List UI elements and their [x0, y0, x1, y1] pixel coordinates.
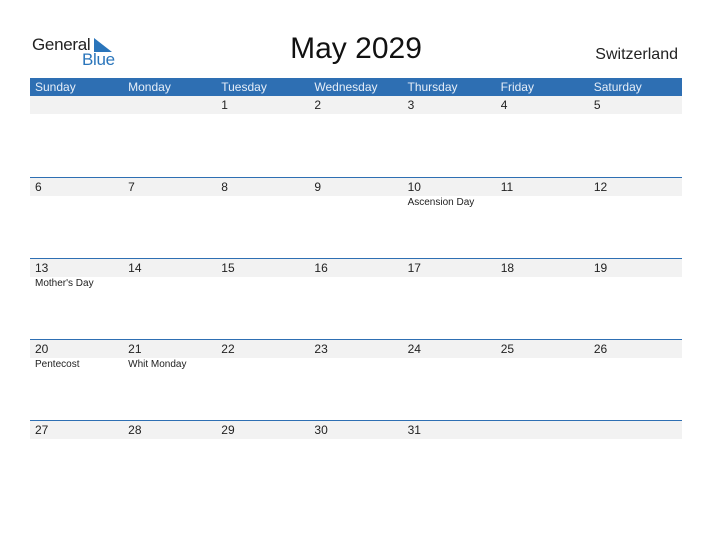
day-cell: 14 [123, 259, 216, 340]
day-cell: 4 [496, 96, 589, 177]
holiday-label: Mother's Day [35, 278, 94, 289]
day-cell: 11 [496, 178, 589, 259]
day-number: 15 [221, 261, 235, 275]
day-cell: 7 [123, 178, 216, 259]
week-row: 27 28 29 30 31 [30, 420, 682, 502]
day-cell: 18 [496, 259, 589, 340]
day-number: 12 [593, 180, 608, 194]
day-cell: 12 [589, 178, 682, 259]
day-cell: 19 [589, 259, 682, 340]
day-number: 27 [35, 423, 49, 437]
weekday-friday: Friday [500, 80, 534, 94]
day-cell: 25 [496, 340, 589, 421]
day-number: 30 [314, 423, 328, 437]
day-number: 16 [314, 261, 328, 275]
day-number: 26 [593, 342, 608, 356]
day-number: 28 [128, 423, 142, 437]
week-row: 1 2 3 4 5 [30, 96, 682, 177]
day-cell: 23 [309, 340, 402, 421]
day-cell [30, 96, 123, 177]
day-number: 3 [407, 98, 415, 112]
day-cell: 1 [216, 96, 309, 177]
day-number: 24 [407, 342, 421, 356]
day-cell: 21 Whit Monday [123, 340, 216, 421]
day-cell: 30 [309, 421, 402, 502]
day-number: 4 [500, 98, 508, 112]
day-cell: 9 [309, 178, 402, 259]
day-number: 23 [314, 342, 328, 356]
day-cell: 28 [123, 421, 216, 502]
weekday-wednesday: Wednesday [314, 80, 378, 94]
day-cell: 6 [30, 178, 123, 259]
day-number: 22 [221, 342, 235, 356]
week-row: 20 Pentecost 21 Whit Monday 22 23 24 25 26 [30, 339, 682, 421]
day-cell [589, 421, 682, 502]
day-number: 11 [500, 180, 514, 194]
day-cell [123, 96, 216, 177]
weekday-tuesday: Tuesday [221, 80, 267, 94]
day-cell: 27 [30, 421, 123, 502]
day-cell: 5 [589, 96, 682, 177]
day-number: 18 [500, 261, 515, 275]
day-number: 1 [221, 98, 228, 112]
holiday-label: Pentecost [35, 359, 80, 370]
day-number: 29 [221, 423, 235, 437]
weekday-monday: Monday [128, 80, 171, 94]
weekday-sunday: Sunday [35, 80, 76, 94]
day-number: 9 [314, 180, 322, 194]
day-number: 5 [593, 98, 601, 112]
day-cell: 24 [403, 340, 496, 421]
week-row: 13 Mother's Day 14 15 16 17 18 19 [30, 258, 682, 340]
day-number: 19 [593, 261, 608, 275]
day-number: 10 [407, 180, 421, 194]
day-number: 17 [407, 261, 421, 275]
day-cell [496, 421, 589, 502]
day-number: 8 [221, 180, 228, 194]
holiday-label: Ascension Day [407, 197, 475, 208]
day-number: 13 [35, 261, 49, 275]
day-number: 6 [35, 180, 42, 194]
day-cell: 31 [403, 421, 496, 502]
country-label: Switzerland [595, 46, 678, 63]
day-cell: 22 [216, 340, 309, 421]
day-number: 31 [407, 423, 421, 437]
holiday-label: Whit Monday [128, 359, 187, 370]
day-number: 25 [500, 342, 515, 356]
day-number: 20 [35, 342, 49, 356]
week-row: 6 7 8 9 10 Ascension Day 11 12 [30, 177, 682, 259]
day-cell: 17 [403, 259, 496, 340]
day-cell: 15 [216, 259, 309, 340]
day-cell: 2 [309, 96, 402, 177]
day-cell: 8 [216, 178, 309, 259]
weekday-thursday: Thursday [407, 80, 458, 94]
day-cell: 16 [309, 259, 402, 340]
day-cell: 3 [403, 96, 496, 177]
day-cell: 29 [216, 421, 309, 502]
weekday-saturday: Saturday [593, 80, 642, 94]
day-cell: 20 Pentecost [30, 340, 123, 421]
day-cell: 10 Ascension Day [403, 178, 496, 259]
day-cell: 26 [589, 340, 682, 421]
weekday-header: Sunday Monday Tuesday Wednesday Thursday… [30, 78, 682, 96]
day-number: 2 [314, 98, 322, 112]
day-number: 7 [128, 180, 135, 194]
day-number: 21 [128, 342, 142, 356]
day-cell: 13 Mother's Day [30, 259, 123, 340]
day-number: 14 [128, 261, 142, 275]
